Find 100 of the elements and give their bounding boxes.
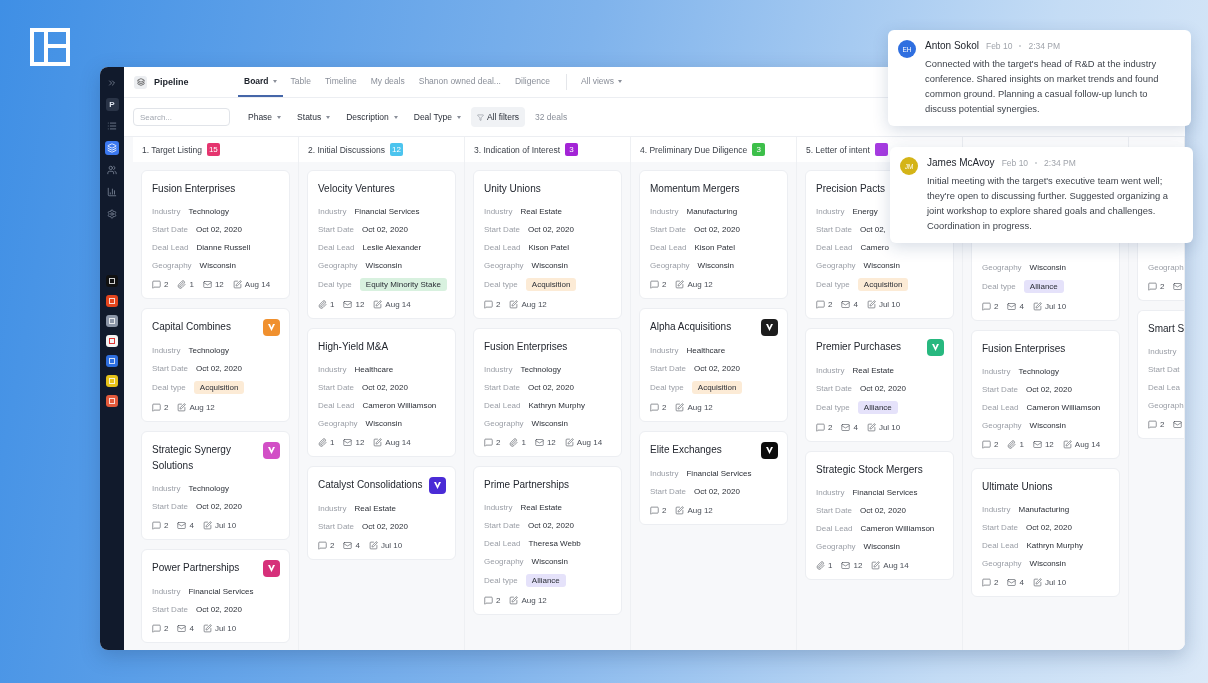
deal-card[interactable]: Power Partnerships Industry Financial Services Start Date Oct 02, 2020 2 4 Jul 10 [141,549,290,643]
edit-icon [202,521,212,530]
field-value: Healthcare [354,364,394,374]
edit-icon [1032,302,1042,311]
column-title: 4. Preliminary Due Diligence [640,144,748,155]
edit-icon [675,506,685,515]
app-icon[interactable] [106,275,118,287]
view-tab[interactable]: Timeline [318,67,363,97]
mail-icon [1032,440,1042,449]
field-label: Start Date [318,224,354,234]
comment-icon [484,596,493,605]
stat-count: 2 [994,578,999,587]
filter-dropdown[interactable]: Description [340,108,404,126]
filter-dropdown[interactable]: Status [291,108,337,126]
deal-type-tag: Alliance [1023,279,1064,293]
app-icon[interactable] [106,335,118,347]
deal-card[interactable]: Strategic Synergy Solutions Industry Technology Start Date Oct 02, 2020 2 4 Jul 10 [141,431,290,540]
chart-icon[interactable] [105,185,119,199]
app-icon[interactable] [106,375,118,387]
field-label: Deal type [152,382,186,392]
deal-title: Unity Unions [484,182,541,196]
filter-dropdown[interactable]: Phase [242,108,288,126]
field-label: Start Dat [1148,364,1180,374]
deal-card[interactable]: Capital Combines Industry Technology Start Date Oct 02, 2020 Deal type Acquisition 2 Aug 12 [141,308,290,422]
field-value: Oct 02, 2020 [860,383,906,393]
deal-card[interactable]: Prime Partnerships Industry Real Estate Start Date Oct 02, 2020 Deal Lead Theresa Webb Geography Wisconsin Deal type Alliance 2 Aug 12 [473,466,622,615]
caret-icon [277,115,282,119]
field-value: Healthcare [686,345,726,355]
deal-card[interactable]: Catalyst Consolidations Industry Real Estate Start Date Oct 02, 2020 2 4 Jul 10 [307,466,456,560]
app-icon[interactable] [106,395,118,407]
field-label: Deal Lead [484,400,521,410]
count-badge: 12 [390,143,403,156]
field-label: Industry [152,483,181,493]
deal-card[interactable]: Fusion Enterprises Industry Technology Start Date Oct 02, 2020 Deal Lead Cameron Williamson Geography Wisconsin 2 1 12 Aug 14 [971,330,1120,459]
field-label: Start Date [982,522,1018,532]
field-value: Oct 02, 2020 [1026,522,1072,532]
app-icon[interactable] [106,355,118,367]
field-label: Deal type [816,279,850,289]
deal-card[interactable]: Velocity Ventures Industry Financial Services Start Date Oct 02, 2020 Deal Lead Leslie Alexander Geography Wisconsin Deal type Equity Minority Stake 1 12 Aug 14 [307,170,456,319]
field-value: Dianne Russell [196,242,251,252]
view-tab[interactable]: My deals [364,67,411,97]
view-tab[interactable]: Table [284,67,317,97]
stat-count: Aug 14 [385,300,411,309]
deal-card[interactable]: Smart S Industry Start Dat Deal Lea Geograph 2 [1137,310,1184,439]
layers-icon[interactable] [105,141,119,155]
field-label: Industry [982,504,1011,514]
deal-card[interactable]: Alpha Acquisitions Industry Healthcare Start Date Oct 02, 2020 Deal type Acquisition 2 Aug 12 [639,308,788,422]
view-tab[interactable]: Shanon owned deal... [412,67,507,97]
deal-title: Power Partnerships [152,561,240,575]
field-label: Geography [484,556,524,566]
edit-icon [675,280,685,289]
stat-count: 2 [164,403,169,412]
field-label: Deal Lead [484,538,521,548]
edit-icon [509,300,519,309]
comment-icon [650,506,659,515]
stat-count: 12 [214,280,224,289]
field-value: Oct 02, 2020 [196,604,242,614]
stat-count: 2 [994,440,999,449]
field-value: Oct 02, 2020 [694,224,740,234]
paperclip-icon [816,561,825,570]
deal-title: Precision Pacts [816,182,885,196]
edit-icon [202,624,212,633]
view-tab[interactable]: Board [238,67,283,97]
field-label: Start Date [152,224,188,234]
field-value: Cameron Williamson [1026,402,1101,412]
workspace-avatar[interactable]: P [105,98,119,111]
deal-card[interactable]: Strategic Stock Mergers Industry Financial Services Start Date Oct 02, 2020 Deal Lead Cameron Williamson Geography Wisconsin 1 12 Aug 14 [805,451,954,580]
edit-icon [373,300,383,309]
deal-card[interactable]: Unity Unions Industry Real Estate Start Date Oct 02, 2020 Deal Lead Kison Patel Geography Wisconsin Deal type Acquisition 2 Aug 12 [473,170,622,319]
field-label: Industry [152,345,181,355]
field-label: Industry [484,206,513,216]
stat-count: Jul 10 [1044,578,1067,587]
app-icon[interactable] [106,295,118,307]
field-value: Kison Patel [694,242,735,252]
stat-count: 2 [662,403,667,412]
deal-card[interactable]: Premier Purchases Industry Real Estate Start Date Oct 02, 2020 Deal type Alliance 2 4 Jul 10 [805,328,954,442]
deal-card[interactable]: Fusion Enterprises Industry Technology Start Date Oct 02, 2020 Deal Lead Dianne Russell Geography Wisconsin 2 1 12 Aug 14 [141,170,290,299]
field-label: Industry [1148,346,1177,356]
deal-title: Fusion Enterprises [484,340,568,354]
deal-card[interactable]: Ultimate Unions Industry Manufacturing Start Date Oct 02, 2020 Deal Lead Kathryn Murphy Geography Wisconsin 2 4 Jul 10 [971,468,1120,597]
field-label: Geography [318,418,358,428]
settings-icon[interactable] [105,207,119,221]
views-dropdown[interactable]: All views [574,67,628,97]
deal-card[interactable]: Elite Exchanges Industry Financial Services Start Date Oct 02, 2020 2 Aug 12 [639,431,788,525]
deal-card[interactable]: Fusion Enterprises Industry Technology Start Date Oct 02, 2020 Deal Lead Kathryn Murphy Geography Wisconsin 2 1 12 Aug 14 [473,328,622,457]
deal-card[interactable]: Momentum Mergers Industry Manufacturing Start Date Oct 02, 2020 Deal Lead Kison Patel Geography Wisconsin 2 Aug 12 [639,170,788,299]
deal-type-tag: Alliance [857,400,898,414]
deal-card[interactable]: High-Yield M&A Industry Healthcare Start Date Oct 02, 2020 Deal Lead Cameron Williamson Geography Wisconsin 1 12 Aug 14 [307,328,456,457]
all-filters-button[interactable]: All filters [470,107,525,127]
mail-icon [841,300,851,309]
deal-title: Strategic Synergy Solutions [152,443,232,473]
stat-count: Jul 10 [1044,302,1067,311]
app-icon[interactable] [106,315,118,327]
view-tab[interactable]: Diligence [508,67,556,97]
filter-dropdown[interactable]: Deal Type [407,108,467,126]
edit-icon [871,561,881,570]
field-label: Geograph [1148,400,1184,410]
search-field[interactable]: Search... [133,108,230,126]
edit-icon [866,423,876,432]
users-icon[interactable] [105,163,119,177]
